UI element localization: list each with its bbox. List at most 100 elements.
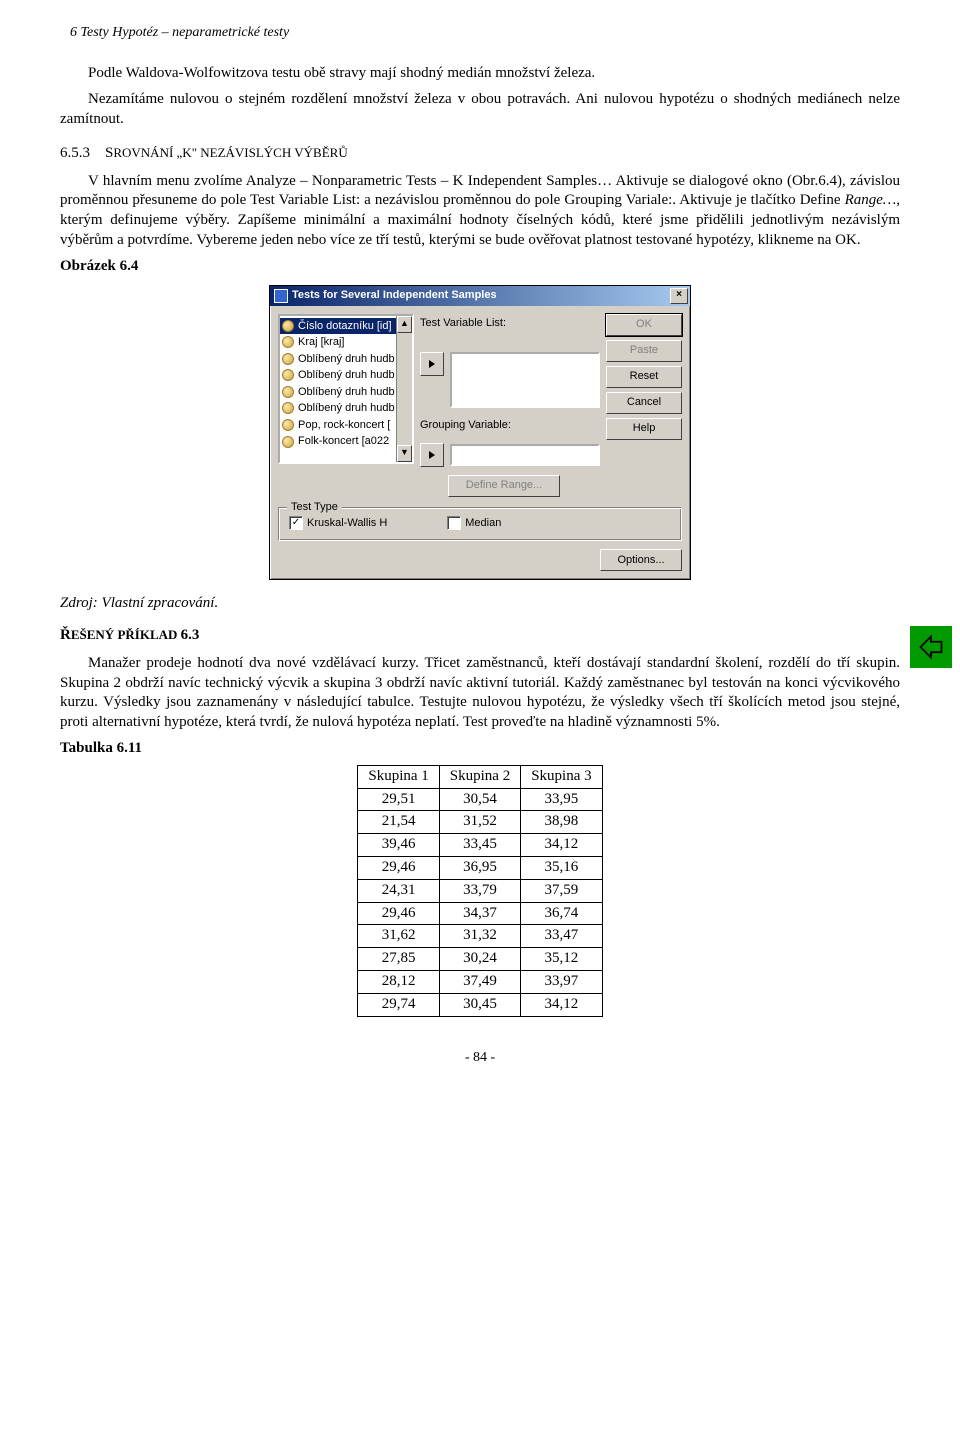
table-row: 21,5431,5238,98 — [358, 811, 602, 834]
table-header: Skupina 2 — [439, 765, 520, 788]
checkbox-icon: ✓ — [289, 516, 303, 530]
table-cell: 30,54 — [439, 788, 520, 811]
table-cell: 30,24 — [439, 948, 520, 971]
paragraph-4: Manažer prodeje hodnotí dva nové vzděláv… — [60, 654, 900, 733]
paste-button[interactable]: Paste — [606, 340, 682, 362]
table-cell: 28,12 — [358, 970, 439, 993]
checkbox-label: Median — [465, 516, 501, 531]
table-row: 29,4636,9535,16 — [358, 856, 602, 879]
list-item[interactable]: Pop, rock-koncert [ — [280, 417, 412, 434]
dialog-titlebar: Tests for Several Independent Samples × — [270, 286, 690, 306]
list-item-label: Folk-koncert [a022 — [298, 434, 389, 449]
test-variable-list[interactable] — [450, 352, 600, 408]
table-cell: 29,46 — [358, 902, 439, 925]
table-row: 29,5130,5433,95 — [358, 788, 602, 811]
table-cell: 27,85 — [358, 948, 439, 971]
variable-icon — [282, 402, 294, 414]
test-variable-list-label: Test Variable List: — [420, 316, 600, 331]
table-cell: 37,59 — [521, 879, 602, 902]
dialog-title: Tests for Several Independent Samples — [292, 288, 497, 303]
table-cell: 36,95 — [439, 856, 520, 879]
options-button[interactable]: Options... — [600, 549, 682, 571]
list-item[interactable]: Kraj [kraj] — [280, 334, 412, 351]
list-item-label: Pop, rock-koncert [ — [298, 418, 390, 433]
checkbox-label: Kruskal-Wallis H — [307, 516, 387, 531]
table-cell: 35,12 — [521, 948, 602, 971]
help-button[interactable]: Help — [606, 418, 682, 440]
list-item[interactable]: Oblíbený druh hudb — [280, 384, 412, 401]
table-row: 29,7430,4534,12 — [358, 993, 602, 1016]
grouping-variable-label: Grouping Variable: — [420, 418, 600, 433]
dialog-window: Tests for Several Independent Samples × … — [269, 285, 691, 581]
test-type-group: Test Type ✓ Kruskal-Wallis H Median — [278, 507, 682, 542]
list-item-label: Kraj [kraj] — [298, 335, 344, 350]
scroll-up-icon[interactable]: ▲ — [397, 316, 412, 333]
table-row: 28,1237,4933,97 — [358, 970, 602, 993]
variable-icon — [282, 386, 294, 398]
section-heading: 6.5.3 SROVNÁNÍ „K" NEZÁVISLÝCH VÝBĚRŮ — [60, 144, 900, 164]
list-item[interactable]: Folk-koncert [a022 — [280, 433, 412, 450]
variable-icon — [282, 419, 294, 431]
list-item-label: Oblíbený druh hudb — [298, 401, 395, 416]
table-cell: 33,95 — [521, 788, 602, 811]
define-range-button[interactable]: Define Range... — [448, 475, 560, 497]
table-row: 24,3133,7937,59 — [358, 879, 602, 902]
table-cell: 34,12 — [521, 834, 602, 857]
page-header: 6 Testy Hypotéz – neparametrické testy — [70, 24, 900, 42]
figure-caption: Obrázek 6.4 — [60, 257, 900, 277]
table-header-row: Skupina 1 Skupina 2 Skupina 3 — [358, 765, 602, 788]
reset-button[interactable]: Reset — [606, 366, 682, 388]
paragraph-3b: Range… — [845, 192, 897, 208]
example-heading-lead: Ř — [60, 627, 71, 643]
data-table: Skupina 1 Skupina 2 Skupina 3 29,5130,54… — [357, 765, 602, 1017]
ok-button[interactable]: OK — [606, 314, 682, 336]
page-number: - 84 - — [60, 1049, 900, 1067]
section-number: 6.5.3 — [60, 145, 90, 161]
table-row: 31,6231,3233,47 — [358, 925, 602, 948]
checkbox-icon — [447, 516, 461, 530]
paragraph-1: Podle Waldova-Wolfowitzova testu obě str… — [60, 64, 900, 84]
list-item[interactable]: Oblíbený druh hudb — [280, 367, 412, 384]
dialog-figure: Tests for Several Independent Samples × … — [60, 285, 900, 581]
section-title-sc: ROVNÁNÍ „K" NEZÁVISLÝCH VÝBĚRŮ — [113, 145, 347, 160]
list-item[interactable]: Oblíbený druh hudb — [280, 400, 412, 417]
list-item[interactable]: Číslo dotazníku [id] — [280, 318, 412, 335]
table-row: 39,4633,4534,12 — [358, 834, 602, 857]
table-cell: 33,47 — [521, 925, 602, 948]
table-cell: 24,31 — [358, 879, 439, 902]
table-cell: 30,45 — [439, 993, 520, 1016]
paragraph-3a: V hlavním menu zvolíme Analyze – Nonpara… — [60, 173, 900, 209]
paragraph-4-text: Manažer prodeje hodnotí dva nové vzděláv… — [60, 655, 900, 730]
table-header: Skupina 1 — [358, 765, 439, 788]
variable-icon — [282, 320, 294, 332]
table-caption: Tabulka 6.11 — [60, 739, 900, 759]
move-to-grouping-button[interactable] — [420, 443, 444, 467]
close-icon[interactable]: × — [670, 288, 688, 304]
list-item[interactable]: Oblíbený druh hudb — [280, 351, 412, 368]
example-heading: ŘEŠENÝ PŘÍKLAD 6.3 — [60, 626, 900, 646]
move-to-test-list-button[interactable] — [420, 352, 444, 376]
listbox-scrollbar[interactable]: ▲ ▼ — [396, 316, 412, 462]
grouping-variable-input[interactable] — [450, 444, 600, 466]
test-type-title: Test Type — [287, 500, 342, 515]
median-checkbox[interactable]: Median — [447, 516, 501, 531]
example-heading-num: 6.3 — [181, 627, 200, 643]
list-item-label: Číslo dotazníku [id] — [298, 319, 392, 334]
table-cell: 36,74 — [521, 902, 602, 925]
table-cell: 33,97 — [521, 970, 602, 993]
table-cell: 31,52 — [439, 811, 520, 834]
table-cell: 38,98 — [521, 811, 602, 834]
cancel-button[interactable]: Cancel — [606, 392, 682, 414]
scroll-down-icon[interactable]: ▼ — [397, 445, 412, 462]
example-heading-sc: EŠENÝ PŘÍKLAD — [71, 627, 181, 642]
figure-source: Zdroj: Vlastní zpracování. — [60, 594, 900, 614]
list-item-label: Oblíbený druh hudb — [298, 368, 395, 383]
variable-icon — [282, 336, 294, 348]
variables-listbox[interactable]: Číslo dotazníku [id] Kraj [kraj] Oblíben… — [278, 314, 414, 464]
kruskal-wallis-checkbox[interactable]: ✓ Kruskal-Wallis H — [289, 516, 387, 531]
table-cell: 21,54 — [358, 811, 439, 834]
table-cell: 29,51 — [358, 788, 439, 811]
paragraph-2-text: Nezamítáme nulovou o stejném rozdělení m… — [60, 91, 900, 127]
paragraph-2: Nezamítáme nulovou o stejném rozdělení m… — [60, 90, 900, 130]
list-item-label: Oblíbený druh hudb — [298, 352, 395, 367]
